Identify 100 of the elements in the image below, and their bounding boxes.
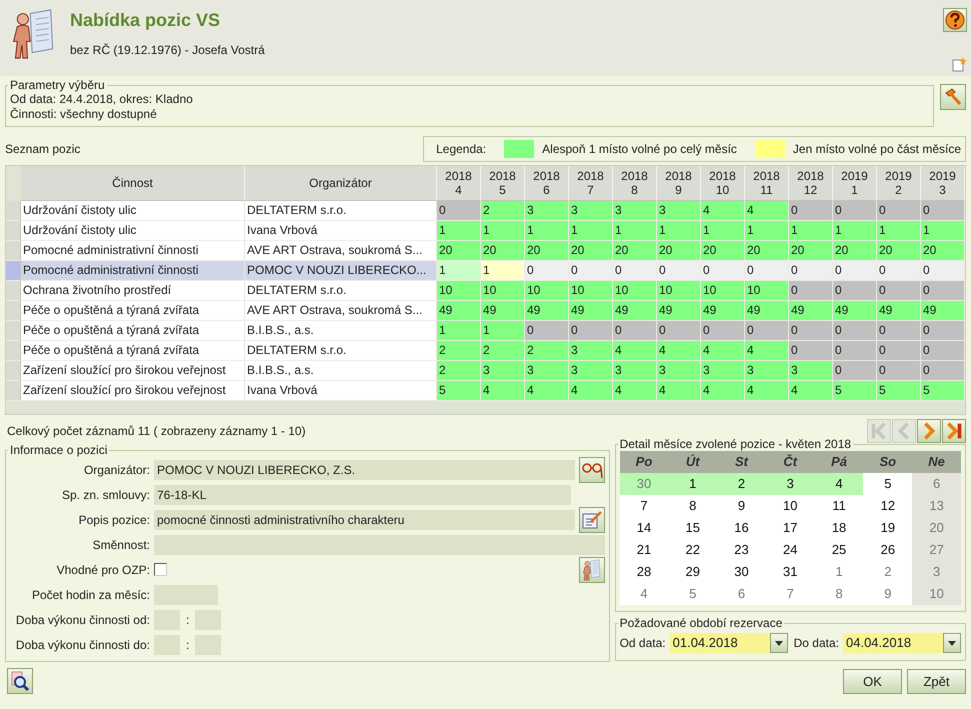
text-field[interactable] bbox=[154, 584, 218, 604]
availability-cell: 1 bbox=[481, 221, 525, 241]
availability-cell: 3 bbox=[613, 201, 657, 221]
text-field[interactable] bbox=[154, 534, 605, 554]
row-header[interactable] bbox=[6, 221, 21, 241]
minute-field[interactable] bbox=[195, 610, 222, 630]
next-page-button[interactable] bbox=[917, 419, 941, 443]
calendar-day[interactable]: 3 bbox=[766, 473, 815, 495]
availability-cell: 10 bbox=[525, 281, 569, 301]
row-header[interactable] bbox=[6, 341, 21, 361]
row-header[interactable] bbox=[6, 361, 21, 381]
availability-cell: 49 bbox=[745, 301, 789, 321]
column-header[interactable]: 2018 11 bbox=[745, 166, 789, 201]
calendar-day[interactable]: 2 bbox=[717, 473, 766, 495]
search-button[interactable] bbox=[7, 668, 33, 694]
availability-cell: 10 bbox=[613, 281, 657, 301]
availability-cell: 1 bbox=[437, 261, 481, 281]
availability-cell: 10 bbox=[481, 281, 525, 301]
field-label: Doba výkonu činnosti od: bbox=[14, 612, 150, 626]
table-cell: Ivana Vrbová bbox=[245, 221, 437, 241]
column-header[interactable]: Činnost bbox=[21, 166, 245, 201]
availability-cell: 1 bbox=[525, 221, 569, 241]
column-header[interactable]: 2018 10 bbox=[701, 166, 745, 201]
column-header[interactable]: 2018 7 bbox=[569, 166, 613, 201]
edit-description-button[interactable] bbox=[578, 506, 605, 532]
calendar-day[interactable]: 1 bbox=[668, 473, 718, 495]
panel-legend: Detail měsíce zvolené pozice - květen 2018 bbox=[618, 437, 854, 451]
new-document-icon[interactable] bbox=[951, 56, 967, 72]
table-cell: Péče o opuštěná a týraná zvířata bbox=[21, 341, 245, 361]
hammer-icon bbox=[943, 87, 963, 107]
column-header[interactable]: 2018 8 bbox=[613, 166, 657, 201]
availability-cell: 20 bbox=[921, 241, 965, 261]
person-detail-button[interactable] bbox=[578, 556, 605, 582]
availability-cell: 1 bbox=[701, 221, 745, 241]
availability-cell: 0 bbox=[657, 261, 701, 281]
availability-cell: 0 bbox=[745, 261, 789, 281]
column-header[interactable]: 2018 9 bbox=[657, 166, 701, 201]
field-label: Popis pozice: bbox=[78, 512, 150, 526]
date-field[interactable]: 04.04.2018 bbox=[843, 633, 961, 653]
view-organizer-button[interactable] bbox=[578, 456, 605, 482]
column-header[interactable]: 2018 5 bbox=[481, 166, 525, 201]
panel-legend: Požadované období rezervace bbox=[618, 616, 784, 630]
availability-cell: 1 bbox=[481, 261, 525, 281]
ok-button[interactable]: OK bbox=[843, 668, 902, 694]
availability-cell: 0 bbox=[921, 321, 965, 341]
availability-cell: 10 bbox=[745, 281, 789, 301]
availability-cell: 3 bbox=[481, 361, 525, 381]
parameter-text: Od data: 24.4.2018, okres: Kladno bbox=[10, 92, 194, 107]
minute-field[interactable] bbox=[195, 634, 222, 654]
availability-cell: 0 bbox=[789, 281, 833, 301]
calendar-day[interactable]: 4 bbox=[814, 473, 864, 495]
availability-cell: 2 bbox=[525, 341, 569, 361]
availability-cell: 4 bbox=[745, 381, 789, 401]
row-header[interactable] bbox=[6, 281, 21, 301]
column-header[interactable]: 2018 6 bbox=[525, 166, 569, 201]
availability-cell: 1 bbox=[921, 221, 965, 241]
row-header[interactable] bbox=[6, 241, 21, 261]
last-page-button[interactable] bbox=[942, 419, 966, 443]
column-header[interactable]: Organizátor bbox=[245, 166, 437, 201]
table-cell: DELTATERM s.r.o. bbox=[245, 201, 437, 221]
availability-cell: 1 bbox=[789, 221, 833, 241]
availability-cell: 0 bbox=[789, 261, 833, 281]
availability-cell: 3 bbox=[569, 361, 613, 381]
availability-cell: 3 bbox=[789, 361, 833, 381]
search-icon bbox=[10, 671, 30, 691]
text-field[interactable]: pomocné činnosti administrativního charakteru bbox=[154, 510, 575, 530]
help-button[interactable] bbox=[943, 8, 967, 32]
text-field[interactable]: 76-18-KL bbox=[154, 484, 571, 504]
checkbox[interactable] bbox=[154, 563, 167, 576]
column-header[interactable]: 2019 3 bbox=[921, 166, 965, 201]
back-button[interactable]: Zpět bbox=[907, 668, 966, 694]
table-cell: Ochrana životního prostředí bbox=[21, 281, 245, 301]
availability-cell: 3 bbox=[569, 201, 613, 221]
availability-cell: 20 bbox=[525, 241, 569, 261]
column-header[interactable]: 2019 2 bbox=[877, 166, 921, 201]
availability-cell: 20 bbox=[833, 241, 877, 261]
edit-parameters-button[interactable] bbox=[940, 84, 966, 110]
row-header[interactable] bbox=[6, 321, 21, 341]
row-header[interactable] bbox=[6, 381, 21, 401]
availability-cell: 1 bbox=[833, 221, 877, 241]
column-header[interactable]: 2018 12 bbox=[789, 166, 833, 201]
dropdown-button[interactable] bbox=[770, 633, 788, 653]
weekday-header: Ne bbox=[912, 451, 961, 473]
parameter-text: Činnosti: všechny dostupné bbox=[10, 107, 158, 122]
availability-cell: 20 bbox=[613, 241, 657, 261]
availability-cell: 3 bbox=[745, 361, 789, 381]
client-name: bez RČ (19.12.1976) - Josefa Vostrá bbox=[70, 43, 266, 57]
availability-cell: 20 bbox=[789, 241, 833, 261]
row-header[interactable] bbox=[6, 261, 21, 281]
text-field[interactable]: POMOC V NOUZI LIBERECKO, Z.S. bbox=[154, 460, 575, 480]
dropdown-button[interactable] bbox=[943, 633, 961, 653]
row-header[interactable] bbox=[6, 301, 21, 321]
column-header[interactable]: 2019 1 bbox=[833, 166, 877, 201]
column-header[interactable]: 2018 4 bbox=[437, 166, 481, 201]
hour-field[interactable] bbox=[154, 610, 180, 630]
caret-icon bbox=[948, 640, 956, 646]
availability-cell: 5 bbox=[437, 381, 481, 401]
row-header[interactable] bbox=[6, 201, 21, 221]
hour-field[interactable] bbox=[154, 634, 180, 654]
date-field[interactable]: 01.04.2018 bbox=[670, 633, 788, 653]
